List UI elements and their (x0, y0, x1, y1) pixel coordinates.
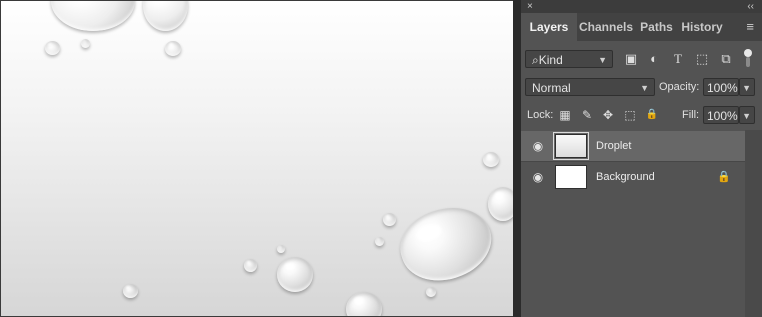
water-droplet (165, 41, 181, 56)
panel-menu-icon[interactable]: ≡ (746, 13, 754, 41)
adjustment-filter-icon[interactable]: ◐ (644, 49, 664, 69)
water-droplet (426, 287, 436, 297)
water-droplet (346, 292, 382, 316)
layer-lock-icon: 🔒 (717, 171, 731, 183)
layer-name: Background (596, 171, 655, 183)
lock-label: Lock: (527, 109, 554, 121)
panel-title-bar: × ‹‹ (521, 0, 762, 13)
fill-input[interactable]: 100% (703, 106, 739, 124)
water-droplet (383, 213, 396, 226)
tab-history[interactable]: History (678, 13, 726, 41)
search-icon: ⌕ (532, 53, 539, 67)
panel-divider[interactable] (513, 0, 521, 317)
type-filter-icon[interactable]: T (668, 49, 688, 69)
water-droplet (123, 284, 138, 298)
layer-thumbnail (553, 132, 589, 160)
water-droplet (277, 245, 285, 253)
water-droplet (483, 152, 499, 167)
smart-object-filter-icon[interactable]: ⧉ (716, 49, 736, 69)
visibility-eye-icon[interactable]: ◉ (530, 138, 546, 154)
blend-mode-dropdown[interactable]: Normal ▼ (525, 78, 655, 96)
water-droplet (375, 237, 384, 246)
collapse-panel-icon[interactable]: ‹‹ (747, 0, 754, 13)
chevron-down-icon: ▼ (598, 55, 607, 65)
shape-filter-icon[interactable]: ⬚ (692, 49, 712, 69)
water-droplet (45, 41, 60, 55)
opacity-dropdown-button[interactable]: ▼ (739, 78, 755, 96)
layer-row-background[interactable]: ◉ Background 🔒 (521, 162, 745, 192)
layer-name: Droplet (596, 140, 632, 152)
visibility-eye-icon[interactable]: ◉ (530, 169, 546, 185)
water-droplet (277, 257, 313, 292)
layer-row-droplet[interactable]: ◉ Droplet (521, 131, 745, 161)
filter-toggle[interactable] (742, 48, 752, 68)
water-droplet (488, 187, 513, 221)
tab-layers[interactable]: Layers (521, 13, 577, 41)
lock-all-icon[interactable]: 🔒 (643, 106, 661, 124)
water-droplet (244, 259, 257, 272)
filter-kind-dropdown[interactable]: ⌕Kind ▼ (525, 50, 613, 68)
image-filter-icon[interactable]: ▣ (621, 49, 641, 69)
lock-transparency-icon[interactable]: ▦ (556, 106, 574, 124)
water-droplet (143, 1, 188, 31)
panel-tab-bar: Layers Channels Paths History ≡ (521, 13, 762, 41)
water-droplet (51, 1, 135, 31)
layers-panel-group: × ‹‹ Layers Channels Paths History ≡ ⌕Ki… (521, 0, 762, 317)
lock-pixels-icon[interactable]: ✎ (578, 106, 596, 124)
water-droplet (81, 39, 90, 48)
document-canvas[interactable] (1, 1, 513, 316)
tab-paths[interactable]: Paths (635, 13, 678, 41)
fill-label: Fill: (682, 109, 700, 121)
opacity-label: Opacity: (659, 81, 700, 93)
layers-scrollbar[interactable] (745, 130, 762, 317)
chevron-down-icon: ▼ (640, 83, 649, 93)
lock-position-icon[interactable]: ✥ (599, 106, 617, 124)
filter-kind-label: Kind (538, 53, 563, 67)
blend-mode-value: Normal (532, 81, 571, 95)
tab-channels[interactable]: Channels (577, 13, 635, 41)
chevron-down-icon: ▼ (742, 111, 751, 121)
layer-thumbnail (555, 165, 587, 189)
water-droplet (391, 196, 501, 292)
opacity-input[interactable]: 100% (703, 78, 739, 96)
chevron-down-icon: ▼ (742, 83, 751, 93)
close-panel-icon[interactable]: × (527, 0, 533, 13)
fill-dropdown-button[interactable]: ▼ (739, 106, 755, 124)
lock-artboard-icon[interactable]: ⬚ (621, 106, 639, 124)
